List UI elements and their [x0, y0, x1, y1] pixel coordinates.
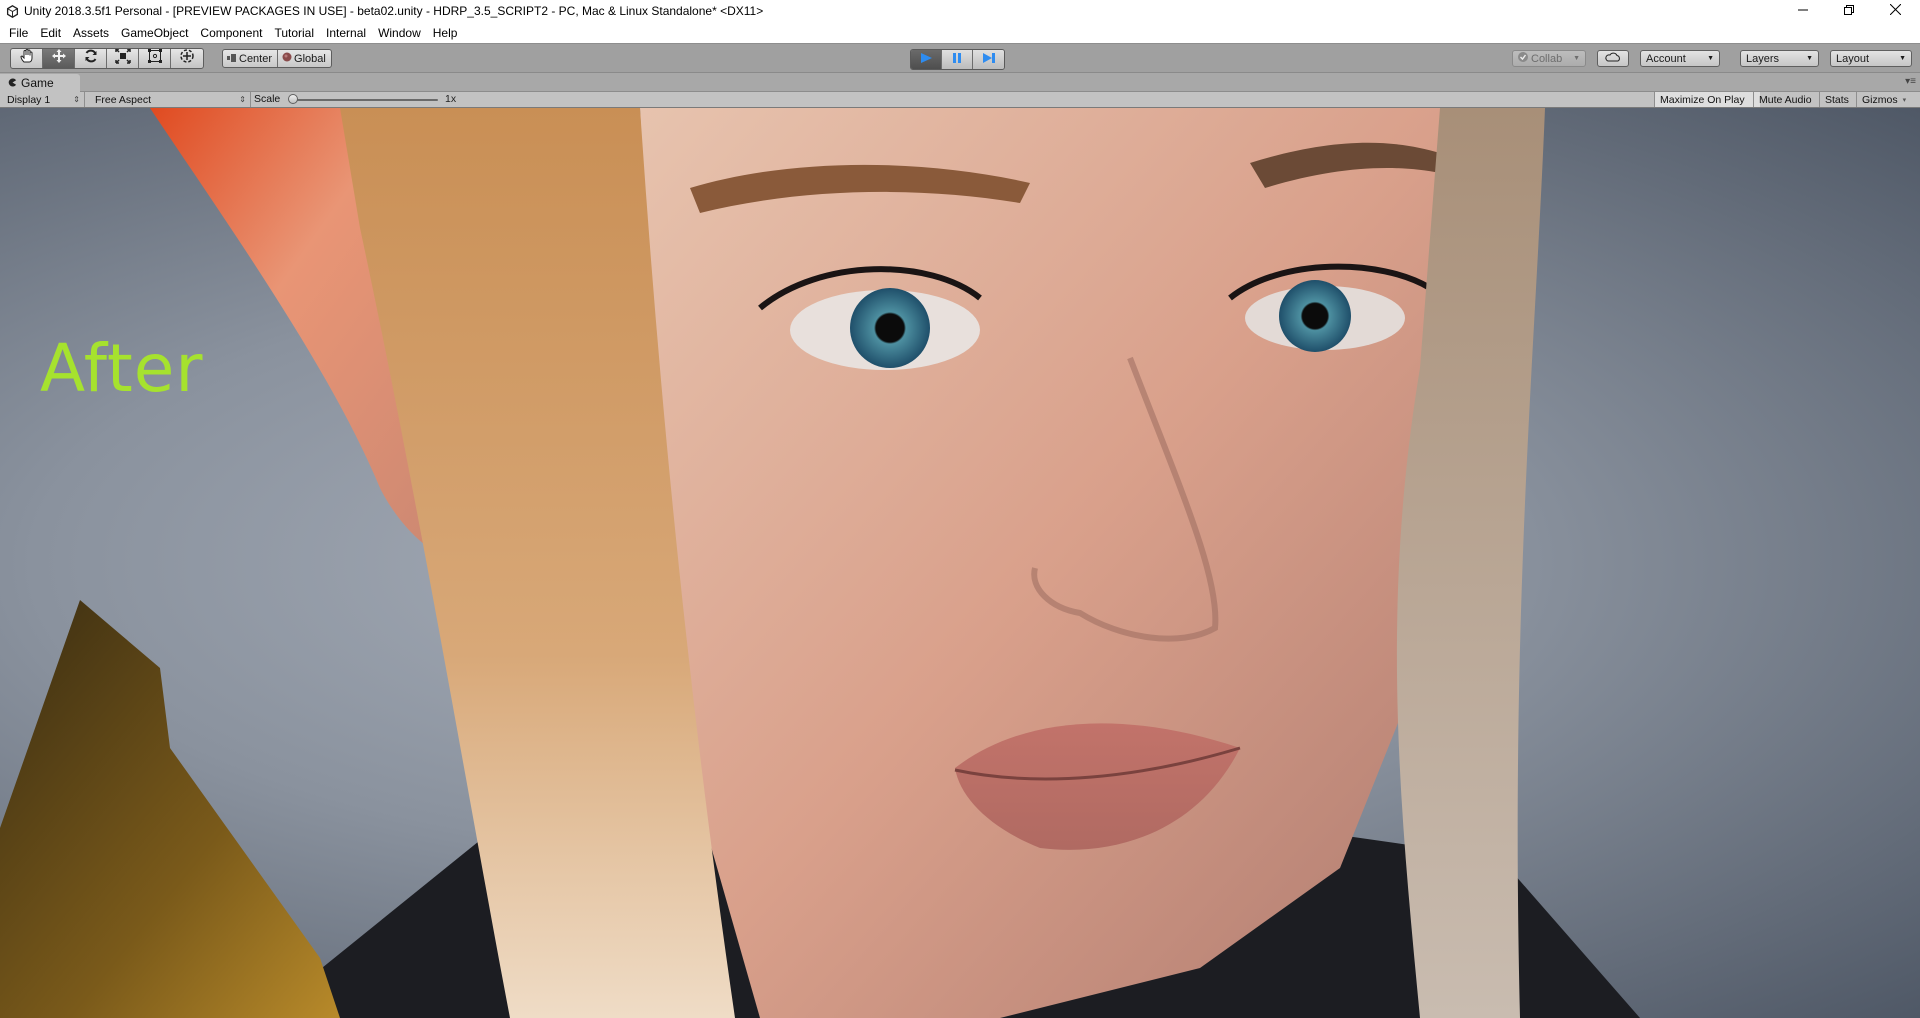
- restore-button[interactable]: [1826, 0, 1872, 22]
- pause-button[interactable]: [942, 50, 973, 69]
- rotate-tool-button[interactable]: [75, 49, 107, 68]
- scene-render: [0, 108, 1640, 1018]
- rect-tool-button[interactable]: [139, 49, 171, 68]
- pivot-mode-toggle[interactable]: Center: [223, 50, 279, 67]
- close-button[interactable]: [1872, 0, 1918, 22]
- layers-dropdown[interactable]: Layers ▼: [1740, 50, 1819, 67]
- stats-label: Stats: [1825, 93, 1849, 106]
- pivot-center-icon: [227, 53, 237, 65]
- menu-component[interactable]: Component: [194, 24, 268, 42]
- scale-value: 1x: [445, 93, 457, 105]
- panel-tab-bar: Game ▾≡: [0, 73, 1920, 92]
- globe-icon: [282, 52, 292, 65]
- scale-slider-thumb[interactable]: [288, 94, 298, 104]
- transform-tools: [10, 48, 204, 69]
- game-tab-label: Game: [21, 76, 54, 90]
- game-pacman-icon: [8, 76, 17, 90]
- pause-icon: [951, 51, 963, 69]
- transform-tool-button[interactable]: [171, 49, 203, 68]
- chevron-down-icon: ▼: [1899, 55, 1906, 62]
- scale-label: Scale: [254, 93, 281, 105]
- mute-audio-toggle[interactable]: Mute Audio: [1753, 92, 1819, 107]
- left-iris: [850, 288, 930, 368]
- chevron-down-icon: ▼: [1573, 55, 1580, 62]
- updown-arrows-icon: ⇕: [239, 95, 246, 104]
- pivot-rotation-toggle[interactable]: Global: [278, 50, 331, 67]
- gold-armor: [0, 600, 340, 1018]
- panel-menu-icon[interactable]: ▾≡: [1905, 76, 1916, 87]
- gizmos-label: Gizmos: [1862, 93, 1898, 106]
- menu-file[interactable]: File: [3, 24, 34, 42]
- main-toolbar: Center Global Collab ▼ Account ▼ Layers …: [0, 43, 1920, 73]
- window-title: Unity 2018.3.5f1 Personal - [PREVIEW PAC…: [24, 4, 764, 18]
- scale-slider-track[interactable]: [290, 99, 438, 101]
- maximize-on-play-toggle[interactable]: Maximize On Play: [1654, 92, 1760, 107]
- account-label: Account: [1646, 52, 1686, 65]
- right-iris: [1279, 280, 1351, 352]
- menu-help[interactable]: Help: [427, 24, 464, 42]
- minimize-button[interactable]: [1780, 0, 1826, 22]
- move-icon: [51, 49, 67, 68]
- pivot-rotation-label: Global: [294, 52, 326, 65]
- rect-tool-icon: [147, 49, 163, 68]
- updown-arrows-icon: ⇕: [73, 95, 80, 104]
- title-bar: Unity 2018.3.5f1 Personal - [PREVIEW PAC…: [0, 0, 1920, 22]
- restore-icon: [1844, 2, 1854, 20]
- checkmark-icon: [1518, 52, 1528, 65]
- after-overlay-label: After: [40, 330, 204, 407]
- unity-logo-icon: [4, 3, 20, 19]
- play-icon: [919, 51, 933, 69]
- move-tool-button[interactable]: [43, 49, 75, 68]
- chevron-down-icon: ▾: [1902, 96, 1907, 104]
- collab-dropdown[interactable]: Collab ▼: [1512, 50, 1586, 67]
- rotate-icon: [83, 49, 99, 68]
- aspect-label: Free Aspect: [95, 93, 152, 106]
- gizmos-dropdown[interactable]: Gizmos ▾: [1856, 92, 1920, 107]
- hand-icon: [19, 49, 35, 68]
- menu-edit[interactable]: Edit: [34, 24, 67, 42]
- chevron-down-icon: ▼: [1806, 55, 1813, 62]
- close-icon: [1889, 2, 1901, 20]
- game-viewport[interactable]: After: [0, 108, 1920, 1018]
- cloud-button[interactable]: [1597, 50, 1629, 67]
- scale-icon: [114, 49, 131, 68]
- minimize-icon: [1798, 2, 1808, 20]
- step-icon: [982, 51, 996, 69]
- scale-tool-button[interactable]: [107, 49, 139, 68]
- stats-toggle[interactable]: Stats: [1819, 92, 1856, 107]
- cloud-icon: [1605, 52, 1621, 65]
- collab-label: Collab: [1531, 52, 1563, 65]
- layout-label: Layout: [1836, 52, 1870, 65]
- play-button[interactable]: [911, 50, 942, 69]
- menu-gameobject[interactable]: GameObject: [115, 24, 194, 42]
- display-label: Display 1: [7, 93, 51, 106]
- tab-game[interactable]: Game: [0, 74, 80, 92]
- account-dropdown[interactable]: Account ▼: [1640, 50, 1720, 67]
- aspect-dropdown[interactable]: Free Aspect ⇕: [88, 92, 251, 107]
- game-view-toolbar: Display 1 ⇕ Free Aspect ⇕ Scale 1x Maxim…: [0, 92, 1920, 108]
- display-dropdown[interactable]: Display 1 ⇕: [0, 92, 85, 107]
- layers-label: Layers: [1746, 52, 1780, 65]
- pivot-controls: Center Global: [222, 49, 332, 68]
- hand-tool-button[interactable]: [11, 49, 43, 68]
- layout-dropdown[interactable]: Layout ▼: [1830, 50, 1912, 67]
- mute-audio-label: Mute Audio: [1759, 93, 1812, 106]
- menu-bar: File Edit Assets GameObject Component Tu…: [0, 22, 1920, 43]
- pivot-mode-label: Center: [239, 52, 273, 65]
- menu-assets[interactable]: Assets: [67, 24, 115, 42]
- step-button[interactable]: [973, 50, 1004, 69]
- menu-window[interactable]: Window: [372, 24, 427, 42]
- playback-controls: [910, 49, 1005, 70]
- menu-tutorial[interactable]: Tutorial: [268, 24, 320, 42]
- chevron-down-icon: ▼: [1707, 55, 1714, 62]
- maximize-on-play-label: Maximize On Play: [1660, 93, 1745, 106]
- menu-internal[interactable]: Internal: [320, 24, 372, 42]
- transform-tool-icon: [179, 49, 195, 68]
